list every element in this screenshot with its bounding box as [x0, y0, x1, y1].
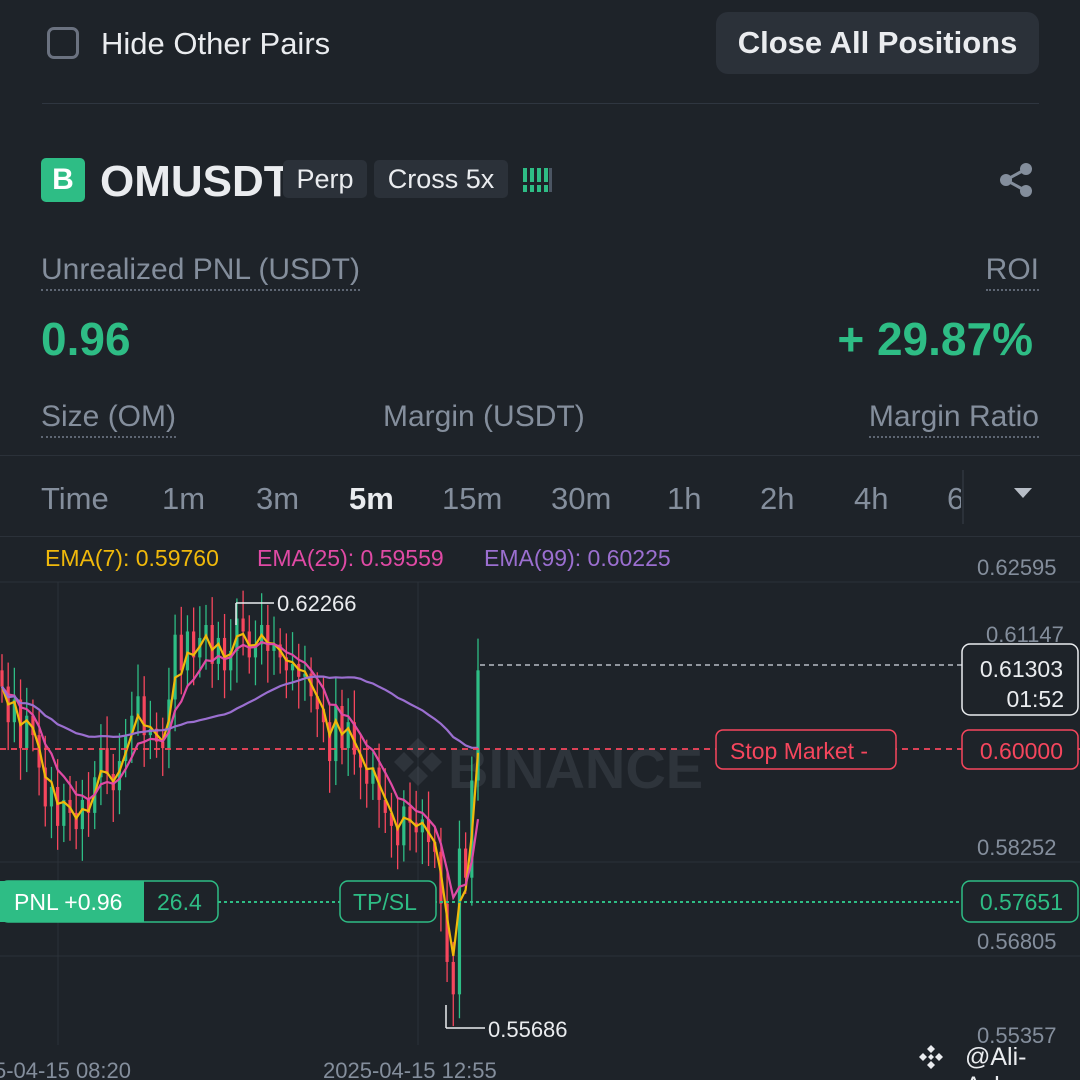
size-label[interactable]: Size (OM) [41, 400, 176, 438]
chevron-down-icon[interactable] [1014, 488, 1032, 498]
price-tick: 0.56805 [977, 929, 1057, 954]
candle-body [56, 786, 60, 826]
high-marker: 0.62266 [235, 591, 357, 625]
candle-body [185, 631, 190, 671]
candle-countdown: 01:52 [1006, 686, 1064, 712]
low-marker: 0.55686 [445, 1005, 568, 1042]
margin-mode-tag[interactable]: Cross 5x [374, 160, 508, 198]
hide-other-pairs-checkbox[interactable] [47, 27, 79, 59]
stop-market-label: Stop Market - [730, 738, 868, 764]
candle-body [0, 670, 4, 687]
chart-grid [0, 581, 1080, 1045]
tf-6h-partial[interactable]: 6 [947, 481, 961, 517]
symbol-title[interactable]: OMUSDT [100, 157, 291, 207]
timeframe-selector: Time 1m 3m 5m 15m 30m 1h 2h 4h 6 [0, 455, 1080, 537]
entry-price-box: 0.57651 [961, 880, 1079, 923]
candle-body [142, 696, 146, 736]
margin-ratio-label[interactable]: Margin Ratio [868, 400, 1039, 438]
price-tick: 0.62595 [977, 555, 1057, 580]
chart-watermark: BINANCE [448, 737, 703, 800]
roi-value: + 29.87% [837, 313, 1033, 365]
last-price: 0.61303 [980, 656, 1063, 682]
ema25-line [1, 640, 480, 901]
candle-body [241, 618, 245, 632]
price-tick: 0.58252 [977, 835, 1057, 860]
tf-30m[interactable]: 30m [551, 481, 611, 517]
close-all-positions-button[interactable]: Close All Positions [716, 12, 1039, 74]
tf-time[interactable]: Time [41, 481, 109, 517]
tf-1m[interactable]: 1m [162, 481, 205, 517]
last-price-box: 0.61303 01:52 [961, 643, 1079, 716]
tpsl-button[interactable]: TP/SL [339, 880, 437, 923]
tf-3m[interactable]: 3m [256, 481, 299, 517]
tpsl-label: TP/SL [353, 889, 417, 915]
time-tick: 2025-04-15 12:55 [323, 1058, 497, 1080]
candlestick-chart[interactable]: BINANCE 0.62266 0.55686 0.62595 0.61147 … [0, 537, 1080, 1080]
candles [0, 590, 480, 1027]
tf-15m[interactable]: 15m [442, 481, 502, 517]
unrealized-pnl-value: 0.96 [41, 313, 131, 365]
stop-market-tag[interactable]: Stop Market - [715, 729, 897, 770]
candle-body [216, 637, 220, 664]
tf-divider [962, 470, 964, 524]
margin-label: Margin (USDT) [383, 400, 585, 433]
candle-body [346, 722, 350, 749]
tf-5m[interactable]: 5m [349, 481, 394, 517]
candle-body [266, 624, 270, 651]
divider [42, 103, 1039, 104]
entry-price: 0.57651 [980, 889, 1063, 915]
buy-badge: B [41, 158, 85, 202]
candle-body [334, 705, 338, 762]
low-label: 0.55686 [488, 1017, 568, 1042]
share-icon[interactable] [996, 160, 1036, 200]
pnl-roe: 26.4 [157, 889, 202, 915]
roi-label[interactable]: ROI [985, 253, 1039, 291]
contract-type-tag: Perp [283, 160, 367, 198]
tf-4h[interactable]: 4h [854, 481, 888, 517]
pnl-label: PNL +0.96 [14, 889, 122, 915]
candle-body [105, 748, 109, 775]
adl-bars-icon[interactable] [522, 165, 552, 195]
unrealized-pnl-label[interactable]: Unrealized PNL (USDT) [41, 253, 360, 291]
ema99-line [1, 675, 478, 749]
candle-body [210, 624, 214, 664]
binance-logo-icon: BINANCE [394, 737, 703, 800]
candle-body [136, 696, 140, 716]
stop-price-box: 0.60000 [961, 729, 1079, 770]
tf-2h[interactable]: 2h [760, 481, 794, 517]
candle-body [451, 961, 455, 995]
stop-price: 0.60000 [980, 738, 1063, 764]
candle-body [402, 806, 406, 846]
hide-other-pairs-label[interactable]: Hide Other Pairs [101, 26, 330, 62]
author-credit: @Ali-Azhar [965, 1043, 1030, 1080]
high-label: 0.62266 [277, 591, 357, 616]
candle-body [80, 799, 84, 830]
top-bar: Hide Other Pairs Close All Positions [0, 0, 1080, 104]
pnl-tag[interactable]: PNL +0.96 26.4 [0, 880, 219, 923]
time-tick: 5-04-15 08:20 [0, 1058, 131, 1080]
tf-1h[interactable]: 1h [667, 481, 701, 517]
binance-square-icon [919, 1045, 943, 1069]
candle-body [179, 634, 183, 671]
